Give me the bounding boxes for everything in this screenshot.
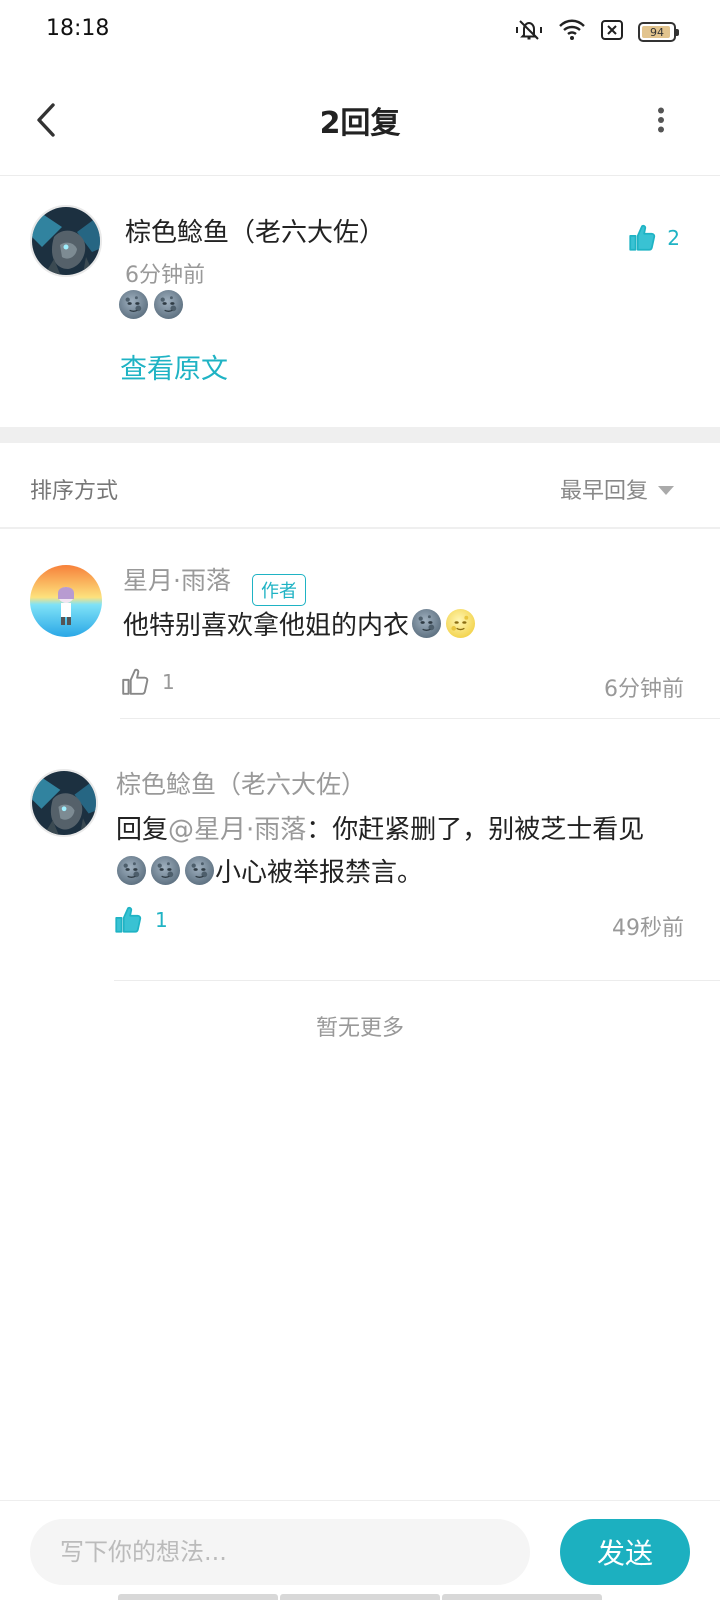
thumbs-up-outline-icon xyxy=(120,667,150,697)
mute-vibrate-icon xyxy=(514,18,544,46)
user-avatar-image xyxy=(30,565,102,637)
reply-body: ：你赶紧删了，别被芝士看见 xyxy=(306,815,645,845)
no-sim-icon xyxy=(600,19,624,45)
wifi-icon xyxy=(558,18,586,46)
avatar[interactable] xyxy=(30,565,102,637)
reply-text: 他特别喜欢拿他姐的内衣 xyxy=(123,605,476,648)
new-moon-face-icon xyxy=(150,855,181,886)
original-comment: 棕色鲶鱼（老六大佐） 6分钟前 查看原文 2 xyxy=(0,177,720,427)
no-more-label: 暂无更多 xyxy=(315,1016,404,1041)
thumbs-up-icon xyxy=(113,905,143,935)
status-bar: 18:18 94 xyxy=(0,0,720,64)
comment-time: 6分钟前 xyxy=(125,263,205,288)
page-title: 2回复 xyxy=(319,106,401,141)
comment-emojis xyxy=(118,289,184,320)
new-moon-face-icon xyxy=(153,289,184,320)
like-count: 1 xyxy=(162,670,175,694)
mention-link[interactable]: @星月·雨落 xyxy=(168,815,306,845)
battery-icon: 94 xyxy=(638,22,679,42)
reply-item: 棕色鲶鱼（老六大佐） 回复@星月·雨落：你赶紧删了，别被芝士看见 小心被举报禁言… xyxy=(0,721,720,981)
thumbs-up-icon xyxy=(627,223,657,253)
reply-body: 他特别喜欢拿他姐的内衣 xyxy=(123,611,410,641)
sort-bar: 排序方式 最早回复 xyxy=(0,443,720,529)
like-button[interactable]: 1 xyxy=(113,905,168,935)
reply-text: 回复@星月·雨落：你赶紧删了，别被芝士看见 小心被举报禁言。 xyxy=(116,809,686,895)
new-moon-face-icon xyxy=(184,855,215,886)
user-avatar-image xyxy=(32,771,98,837)
sort-value: 最早回复 xyxy=(559,479,648,504)
caret-down-icon xyxy=(658,485,674,495)
reply-author[interactable]: 星月·雨落 xyxy=(123,561,231,597)
comment-author[interactable]: 棕色鲶鱼（老六大佐） xyxy=(125,212,385,249)
reply-body-continued: 小心被举报禁言。 xyxy=(215,858,424,888)
user-avatar-image xyxy=(32,207,102,277)
send-button[interactable]: 发送 xyxy=(560,1519,690,1585)
sort-label: 排序方式 xyxy=(30,479,119,504)
reply-prefix: 回复 xyxy=(116,815,169,845)
reply-time: 6分钟前 xyxy=(604,677,684,702)
like-button[interactable]: 1 xyxy=(120,667,175,697)
sort-dropdown[interactable]: 最早回复 xyxy=(560,473,674,505)
reply-line-2: 小心被举报禁言。 xyxy=(116,852,686,895)
section-divider xyxy=(0,427,720,443)
more-vertical-icon xyxy=(658,107,664,133)
more-options-button[interactable] xyxy=(646,98,676,142)
like-count: 2 xyxy=(667,226,680,250)
status-icons: 94 xyxy=(514,18,679,46)
reply-author[interactable]: 棕色鲶鱼（老六大佐） xyxy=(116,765,366,801)
avatar[interactable] xyxy=(30,769,98,837)
divider xyxy=(114,980,720,981)
like-button[interactable]: 2 xyxy=(627,223,680,253)
new-moon-face-icon xyxy=(411,608,442,639)
status-time: 18:18 xyxy=(46,16,110,41)
new-moon-face-icon xyxy=(116,855,147,886)
reply-time: 49秒前 xyxy=(612,916,684,941)
new-moon-face-icon xyxy=(118,289,149,320)
author-badge: 作者 xyxy=(252,574,306,606)
like-count: 1 xyxy=(155,908,168,932)
full-moon-face-icon xyxy=(445,608,476,639)
view-original-link[interactable]: 查看原文 xyxy=(120,347,228,386)
battery-level: 94 xyxy=(650,25,664,39)
comment-input[interactable] xyxy=(30,1519,530,1585)
home-indicator[interactable] xyxy=(118,1594,602,1600)
reply-item: 星月·雨落 作者 他特别喜欢拿他姐的内衣 1 6分钟前 xyxy=(0,531,720,721)
divider xyxy=(120,718,720,719)
comment-input-bar: 发送 xyxy=(0,1500,720,1600)
avatar[interactable] xyxy=(30,205,102,277)
top-navigation-bar: 2回复 xyxy=(0,72,720,176)
reply-line-1: 回复@星月·雨落：你赶紧删了，别被芝士看见 xyxy=(116,809,686,852)
